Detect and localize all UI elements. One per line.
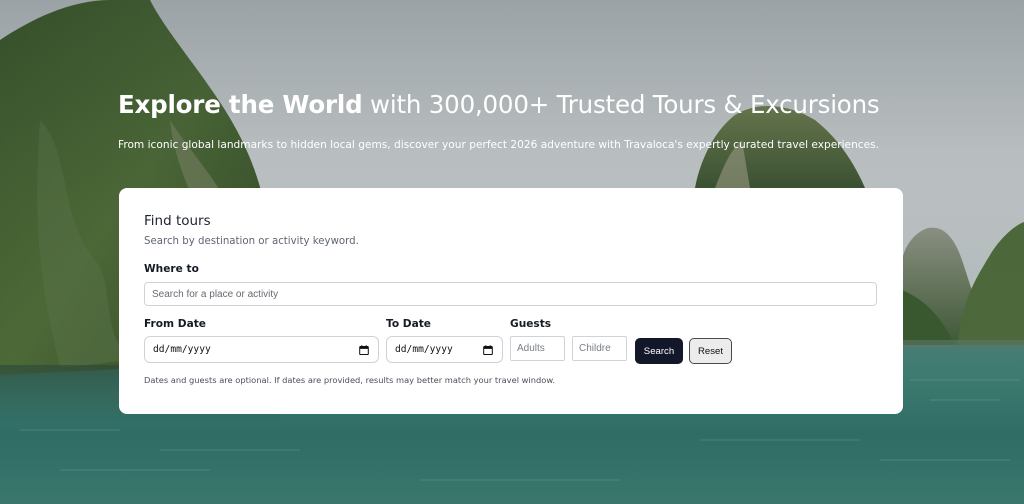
hero-title-emphasis: Explore the World — [118, 90, 363, 119]
from-date-label: From Date — [144, 318, 206, 330]
optional-fields-note: Dates and guests are optional. If dates … — [144, 375, 555, 385]
guests-label: Guests — [510, 318, 552, 330]
from-date-value: dd/mm/yyyy — [153, 344, 211, 355]
where-to-input[interactable] — [144, 282, 877, 306]
hero-subtitle: From iconic global landmarks to hidden l… — [118, 139, 880, 151]
card-title: Find tours — [144, 213, 211, 229]
reset-button[interactable]: Reset — [689, 338, 732, 364]
calendar-icon[interactable] — [359, 344, 369, 355]
search-card: Find tours Search by destination or acti… — [119, 188, 903, 414]
hero-title: Explore the World with 300,000+ Trusted … — [118, 90, 880, 119]
search-button[interactable]: Search — [635, 338, 683, 364]
adults-input[interactable] — [510, 336, 565, 361]
to-date-input[interactable]: dd/mm/yyyy — [386, 336, 503, 363]
to-date-value: dd/mm/yyyy — [395, 344, 453, 355]
hero-title-rest: with 300,000+ Trusted Tours & Excursions — [362, 90, 880, 119]
where-to-label: Where to — [144, 263, 199, 275]
card-description: Search by destination or activity keywor… — [144, 236, 359, 247]
to-date-label: To Date — [386, 318, 431, 330]
children-input[interactable] — [572, 336, 627, 361]
calendar-icon[interactable] — [483, 344, 493, 355]
from-date-input[interactable]: dd/mm/yyyy — [144, 336, 379, 363]
